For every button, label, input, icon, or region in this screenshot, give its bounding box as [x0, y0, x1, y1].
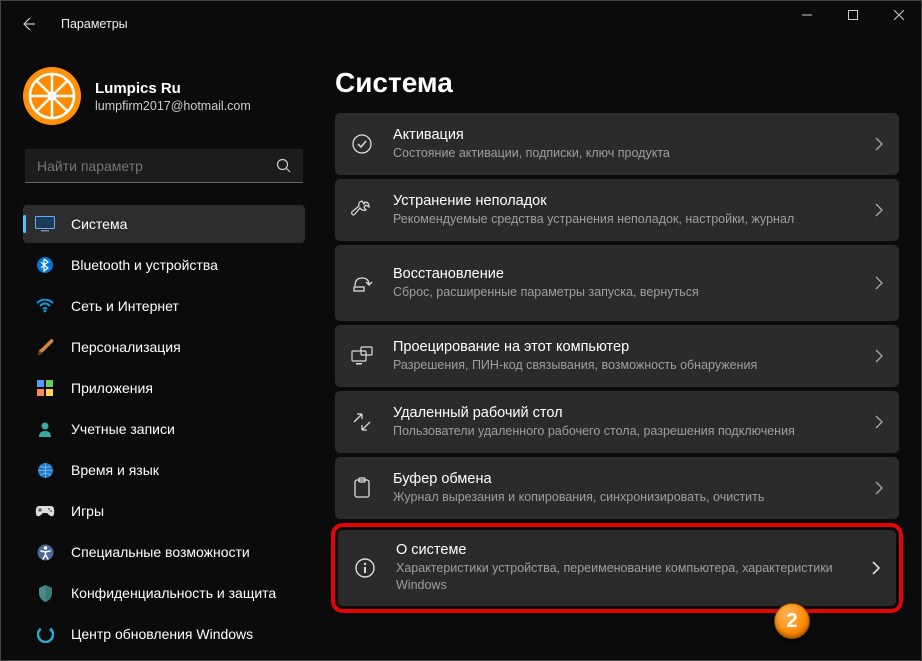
nav-label: Центр обновления Windows [71, 626, 253, 642]
card-title: Активация [393, 127, 863, 143]
chevron-right-icon [875, 276, 883, 290]
clipboard-icon [351, 477, 373, 499]
card-remote-desktop[interactable]: Удаленный рабочий стол Пользователи удале… [335, 391, 899, 453]
wifi-icon [35, 296, 55, 316]
nav-personalization[interactable]: Персонализация [23, 328, 305, 366]
card-subtitle: Рекомендуемые средства устранения непола… [393, 211, 863, 228]
chevron-right-icon [872, 561, 880, 575]
close-button[interactable] [876, 0, 922, 30]
nav-privacy[interactable]: Конфиденциальность и защита [23, 574, 305, 612]
person-icon [35, 419, 55, 439]
card-about[interactable]: О системе Характеристики устройства, пере… [338, 530, 896, 606]
card-title: Восстановление [393, 266, 863, 282]
system-icon [35, 214, 55, 234]
card-title: Удаленный рабочий стол [393, 405, 863, 421]
nav-accounts[interactable]: Учетные записи [23, 410, 305, 448]
nav-label: Приложения [71, 380, 153, 396]
remote-icon [351, 411, 373, 433]
brush-icon [35, 337, 55, 357]
card-title: О системе [396, 542, 860, 558]
nav-gaming[interactable]: Игры [23, 492, 305, 530]
nav-label: Bluetooth и устройства [71, 257, 218, 273]
recovery-icon [351, 272, 373, 294]
nav-accessibility[interactable]: Специальные возможности [23, 533, 305, 571]
card-subtitle: Характеристики устройства, переименовани… [396, 560, 860, 594]
card-subtitle: Разрешения, ПИН-код связывания, возможно… [393, 357, 863, 374]
nav-label: Игры [71, 503, 104, 519]
nav-label: Учетные записи [71, 421, 175, 437]
search-box[interactable] [25, 149, 303, 183]
back-button[interactable] [19, 15, 37, 33]
bluetooth-icon [35, 255, 55, 275]
sidebar: Lumpics Ru lumpfirm2017@hotmail.com Сист… [1, 47, 315, 660]
highlight-box: О системе Характеристики устройства, пере… [331, 523, 903, 613]
card-title: Проецирование на этот компьютер [393, 339, 863, 355]
update-icon [35, 624, 55, 644]
check-shield-icon [351, 133, 373, 155]
chevron-right-icon [875, 415, 883, 429]
profile-name: Lumpics Ru [95, 80, 251, 97]
minimize-button[interactable] [784, 0, 830, 30]
card-activation[interactable]: Активация Состояние активации, подписки, … [335, 113, 899, 175]
gamepad-icon [35, 501, 55, 521]
title-bar: Параметры [1, 1, 921, 47]
nav-system[interactable]: Система [23, 205, 305, 243]
card-title: Устранение неполадок [393, 193, 863, 209]
nav-apps[interactable]: Приложения [23, 369, 305, 407]
nav-bluetooth[interactable]: Bluetooth и устройства [23, 246, 305, 284]
card-subtitle: Состояние активации, подписки, ключ прод… [393, 145, 863, 162]
project-icon [351, 345, 373, 367]
nav-list: Система Bluetooth и устройства Сеть и Ин… [23, 205, 305, 653]
nav-network[interactable]: Сеть и Интернет [23, 287, 305, 325]
apps-icon [35, 378, 55, 398]
nav-windows-update[interactable]: Центр обновления Windows [23, 615, 305, 653]
maximize-button[interactable] [830, 0, 876, 30]
info-icon [354, 557, 376, 579]
nav-label: Система [71, 216, 127, 232]
nav-label: Время и язык [71, 462, 159, 478]
nav-time-language[interactable]: Время и язык [23, 451, 305, 489]
globe-clock-icon [35, 460, 55, 480]
card-clipboard[interactable]: Буфер обмена Журнал вырезания и копирован… [335, 457, 899, 519]
avatar [23, 67, 81, 125]
chevron-right-icon [875, 481, 883, 495]
content-area: Система Активация Состояние активации, по… [315, 47, 921, 660]
nav-label: Сеть и Интернет [71, 298, 179, 314]
chevron-right-icon [875, 349, 883, 363]
card-title: Буфер обмена [393, 471, 863, 487]
profile-block[interactable]: Lumpics Ru lumpfirm2017@hotmail.com [23, 67, 305, 125]
card-troubleshoot[interactable]: Устранение неполадок Рекомендуемые средст… [335, 179, 899, 241]
nav-label: Персонализация [71, 339, 181, 355]
search-icon [276, 158, 291, 173]
card-subtitle: Сброс, расширенные параметры запуска, ве… [393, 284, 863, 301]
chevron-right-icon [875, 137, 883, 151]
search-input[interactable] [37, 158, 276, 174]
card-subtitle: Пользователи удаленного рабочего стола, … [393, 423, 863, 440]
window-title: Параметры [61, 17, 128, 31]
profile-email: lumpfirm2017@hotmail.com [95, 99, 251, 113]
nav-label: Конфиденциальность и защита [71, 585, 276, 601]
card-recovery[interactable]: Восстановление Сброс, расширенные парамет… [335, 245, 899, 321]
accessibility-icon [35, 542, 55, 562]
chevron-right-icon [875, 203, 883, 217]
card-projecting[interactable]: Проецирование на этот компьютер Разрешени… [335, 325, 899, 387]
nav-label: Специальные возможности [71, 544, 250, 560]
shield-icon [35, 583, 55, 603]
page-title: Система [335, 67, 899, 99]
wrench-icon [351, 199, 373, 221]
card-subtitle: Журнал вырезания и копирования, синхрони… [393, 489, 863, 506]
step-badge: 2 [774, 603, 810, 639]
